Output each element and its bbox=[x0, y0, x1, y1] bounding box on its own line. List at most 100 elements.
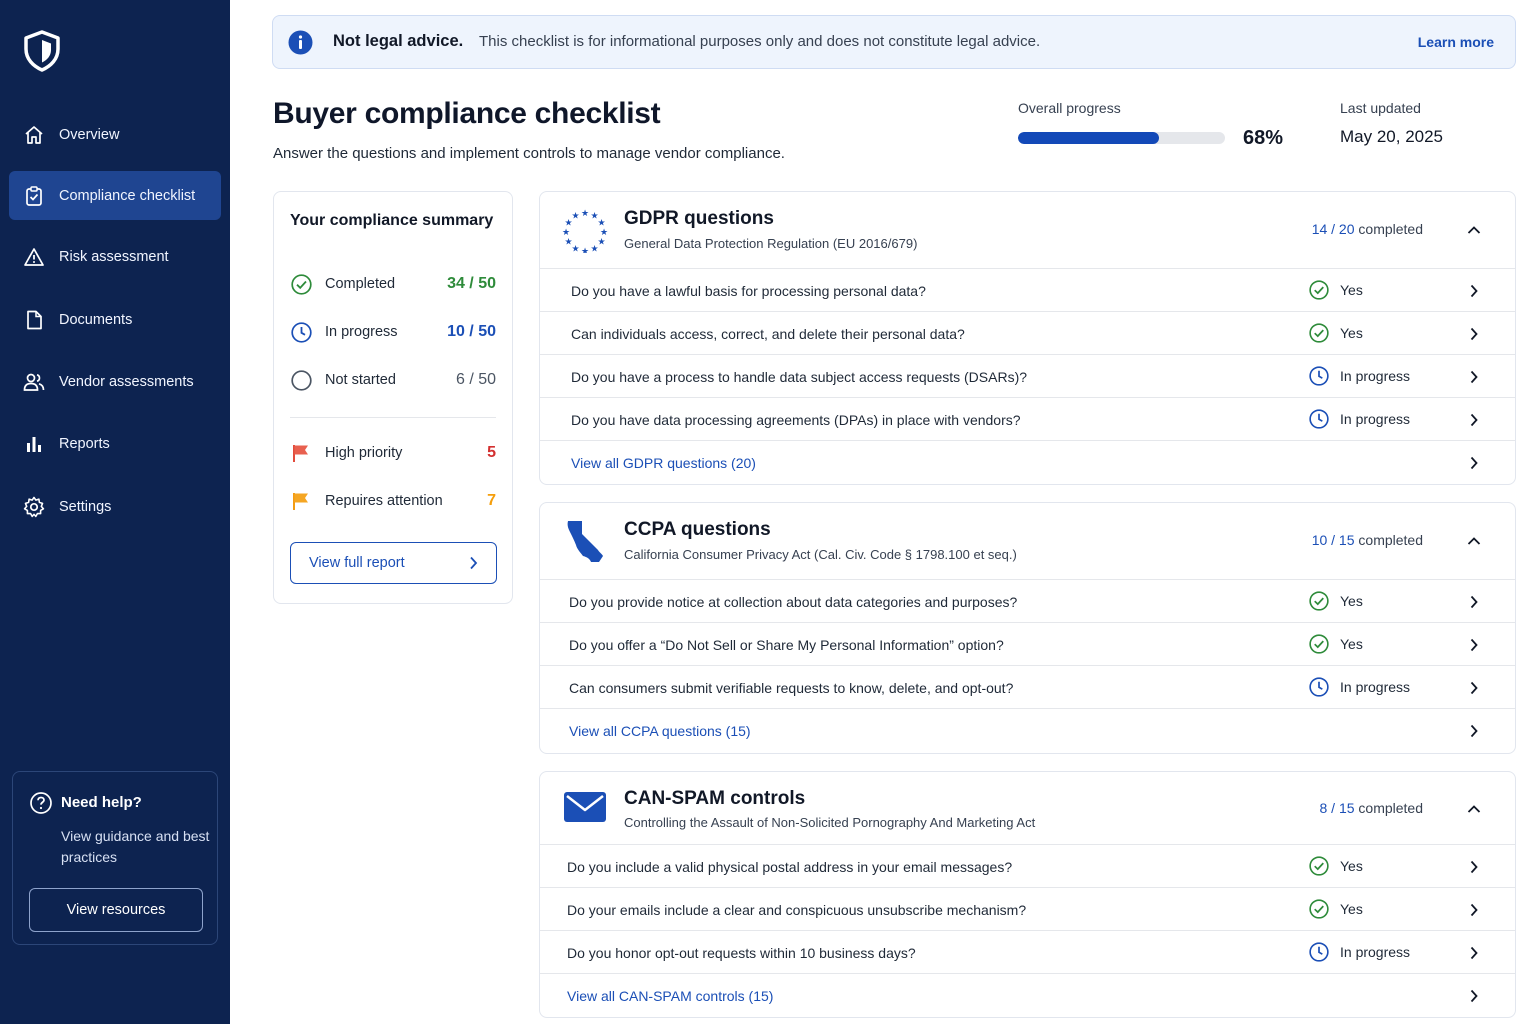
chevron-right-icon bbox=[1470, 638, 1478, 652]
status-label: Yes bbox=[1340, 325, 1363, 341]
check-circle-icon bbox=[1309, 856, 1329, 876]
question-status: Yes bbox=[1309, 323, 1363, 343]
summary-label: Not started bbox=[325, 372, 396, 388]
section-subtitle: Controlling the Assault of Non-Solicited… bbox=[624, 815, 1036, 830]
question-row[interactable]: Do you have a lawful basis for processin… bbox=[540, 269, 1515, 312]
section-completion-count: 14 / 20 completed bbox=[1312, 221, 1423, 237]
question-row[interactable]: Do you have data processing agreements (… bbox=[540, 398, 1515, 441]
empty-circle-icon bbox=[290, 369, 312, 391]
sidebar-item-risk-assessment[interactable]: Risk assessment bbox=[9, 232, 221, 281]
learn-more-link[interactable]: Learn more bbox=[1418, 34, 1494, 50]
sidebar-item-overview[interactable]: Overview bbox=[9, 110, 221, 159]
status-label: In progress bbox=[1340, 411, 1411, 427]
summary-value: 6 / 50 bbox=[455, 371, 496, 388]
summary-label: High priority bbox=[325, 445, 403, 461]
sidebar-item-vendor-assessments[interactable]: Vendor assessments bbox=[9, 357, 221, 406]
clock-icon bbox=[290, 321, 312, 343]
summary-label: Repuires attention bbox=[325, 493, 443, 509]
summary-row-requires-attention: Repuires attention 7 bbox=[290, 489, 496, 513]
svg-text:★: ★ bbox=[571, 212, 579, 222]
check-circle-icon bbox=[290, 273, 312, 295]
sidebar-item-label: Reports bbox=[59, 435, 110, 452]
ccpa-section: CCPA questions California Consumer Priva… bbox=[539, 502, 1516, 754]
section-count-word: completed bbox=[1358, 800, 1423, 816]
section-count-word: completed bbox=[1358, 221, 1423, 237]
clock-icon bbox=[1309, 942, 1329, 962]
chevron-right-icon bbox=[1470, 595, 1478, 609]
question-row[interactable]: Can individuals access, correct, and del… bbox=[540, 312, 1515, 355]
svg-text:★: ★ bbox=[597, 238, 605, 248]
gear-icon bbox=[23, 496, 45, 518]
view-all-label: View all GDPR questions (20) bbox=[571, 455, 756, 471]
status-label: Yes bbox=[1340, 593, 1363, 609]
view-all-can-spam-link[interactable]: View all CAN-SPAM controls (15) bbox=[540, 974, 1515, 1017]
question-row[interactable]: Can consumers submit verifiable requests… bbox=[540, 666, 1515, 709]
sidebar-item-reports[interactable]: Reports bbox=[9, 419, 221, 468]
question-row[interactable]: Do you have a process to handle data sub… bbox=[540, 355, 1515, 398]
sidebar-item-documents[interactable]: Documents bbox=[9, 295, 221, 344]
warning-icon bbox=[23, 246, 45, 268]
summary-label: Completed bbox=[325, 276, 396, 292]
section-subtitle: California Consumer Privacy Act (Cal. Ci… bbox=[624, 547, 1017, 562]
document-icon bbox=[23, 309, 45, 331]
view-full-report-button[interactable]: View full report bbox=[290, 542, 497, 584]
question-row[interactable]: Do you provide notice at collection abou… bbox=[540, 580, 1515, 623]
summary-divider bbox=[290, 417, 496, 418]
chevron-right-icon bbox=[470, 556, 478, 570]
clock-icon bbox=[1309, 409, 1329, 429]
sidebar-item-settings[interactable]: Settings bbox=[9, 482, 221, 531]
status-label: In progress bbox=[1340, 679, 1411, 695]
chevron-right-icon bbox=[1470, 724, 1478, 738]
orange-flag-icon bbox=[290, 490, 312, 512]
question-status: Yes bbox=[1309, 280, 1363, 300]
question-row[interactable]: Do you honor opt-out requests within 10 … bbox=[540, 931, 1515, 974]
chevron-up-icon[interactable] bbox=[1467, 802, 1481, 816]
sidebar: Overview Compliance checklist Risk asses… bbox=[0, 0, 230, 1024]
banner-text: This checklist is for informational purp… bbox=[479, 33, 1041, 50]
question-text: Can consumers submit verifiable requests… bbox=[569, 680, 1014, 696]
question-status: Yes bbox=[1309, 591, 1363, 611]
chevron-right-icon bbox=[1470, 946, 1478, 960]
chevron-up-icon[interactable] bbox=[1467, 223, 1481, 237]
compliance-summary-card: Your compliance summary Completed 34 / 5… bbox=[273, 191, 513, 604]
chevron-right-icon bbox=[1470, 370, 1478, 384]
question-text: Can individuals access, correct, and del… bbox=[571, 326, 965, 342]
question-status: Yes bbox=[1309, 634, 1363, 654]
section-header[interactable]: CCPA questions California Consumer Priva… bbox=[540, 503, 1515, 580]
view-all-label: View all CCPA questions (15) bbox=[569, 723, 751, 739]
summary-row-high-priority: High priority 5 bbox=[290, 441, 496, 465]
envelope-icon bbox=[564, 792, 606, 822]
view-resources-button[interactable]: View resources bbox=[29, 888, 203, 932]
status-label: In progress bbox=[1340, 944, 1411, 960]
question-text: Do you provide notice at collection abou… bbox=[569, 594, 1018, 610]
question-row[interactable]: Do your emails include a clear and consp… bbox=[540, 888, 1515, 931]
question-text: Do you include a valid physical postal a… bbox=[567, 859, 1013, 875]
svg-text:★: ★ bbox=[571, 245, 579, 254]
status-label: Yes bbox=[1340, 282, 1363, 298]
section-header[interactable]: CAN-SPAM controls Controlling the Assaul… bbox=[540, 772, 1515, 845]
users-icon bbox=[23, 371, 45, 393]
summary-value: 34 / 50 bbox=[447, 275, 496, 292]
question-status: Yes bbox=[1309, 899, 1363, 919]
question-status: In progress bbox=[1309, 942, 1410, 962]
overall-progress-value: 68% bbox=[1243, 127, 1284, 149]
question-text: Do your emails include a clear and consp… bbox=[567, 902, 1027, 918]
status-label: Yes bbox=[1340, 901, 1363, 917]
sidebar-item-compliance-checklist[interactable]: Compliance checklist bbox=[9, 171, 221, 220]
question-row[interactable]: Do you offer a “Do Not Sell or Share My … bbox=[540, 623, 1515, 666]
gdpr-section: ★ ★ ★ ★ ★ ★ ★ ★ ★ ★ ★ ★ GDPR questions G… bbox=[539, 191, 1516, 485]
section-count-number: 8 / 15 bbox=[1319, 800, 1355, 816]
last-updated-value: May 20, 2025 bbox=[1340, 127, 1444, 146]
legal-notice-banner: Not legal advice. This checklist is for … bbox=[272, 15, 1516, 69]
chevron-right-icon bbox=[1470, 413, 1478, 427]
question-row[interactable]: Do you include a valid physical postal a… bbox=[540, 845, 1515, 888]
help-text: View guidance and best practices bbox=[61, 828, 210, 865]
view-all-gdpr-link[interactable]: View all GDPR questions (20) bbox=[540, 441, 1515, 484]
view-all-ccpa-link[interactable]: View all CCPA questions (15) bbox=[540, 709, 1515, 752]
clock-icon bbox=[1309, 366, 1329, 386]
can-spam-section: CAN-SPAM controls Controlling the Assaul… bbox=[539, 771, 1516, 1018]
chevron-up-icon[interactable] bbox=[1467, 534, 1481, 548]
question-text: Do you have a process to handle data sub… bbox=[571, 369, 1028, 385]
section-completion-count: 8 / 15 completed bbox=[1319, 800, 1423, 816]
section-header[interactable]: ★ ★ ★ ★ ★ ★ ★ ★ ★ ★ ★ ★ GDPR questions G… bbox=[540, 192, 1515, 269]
